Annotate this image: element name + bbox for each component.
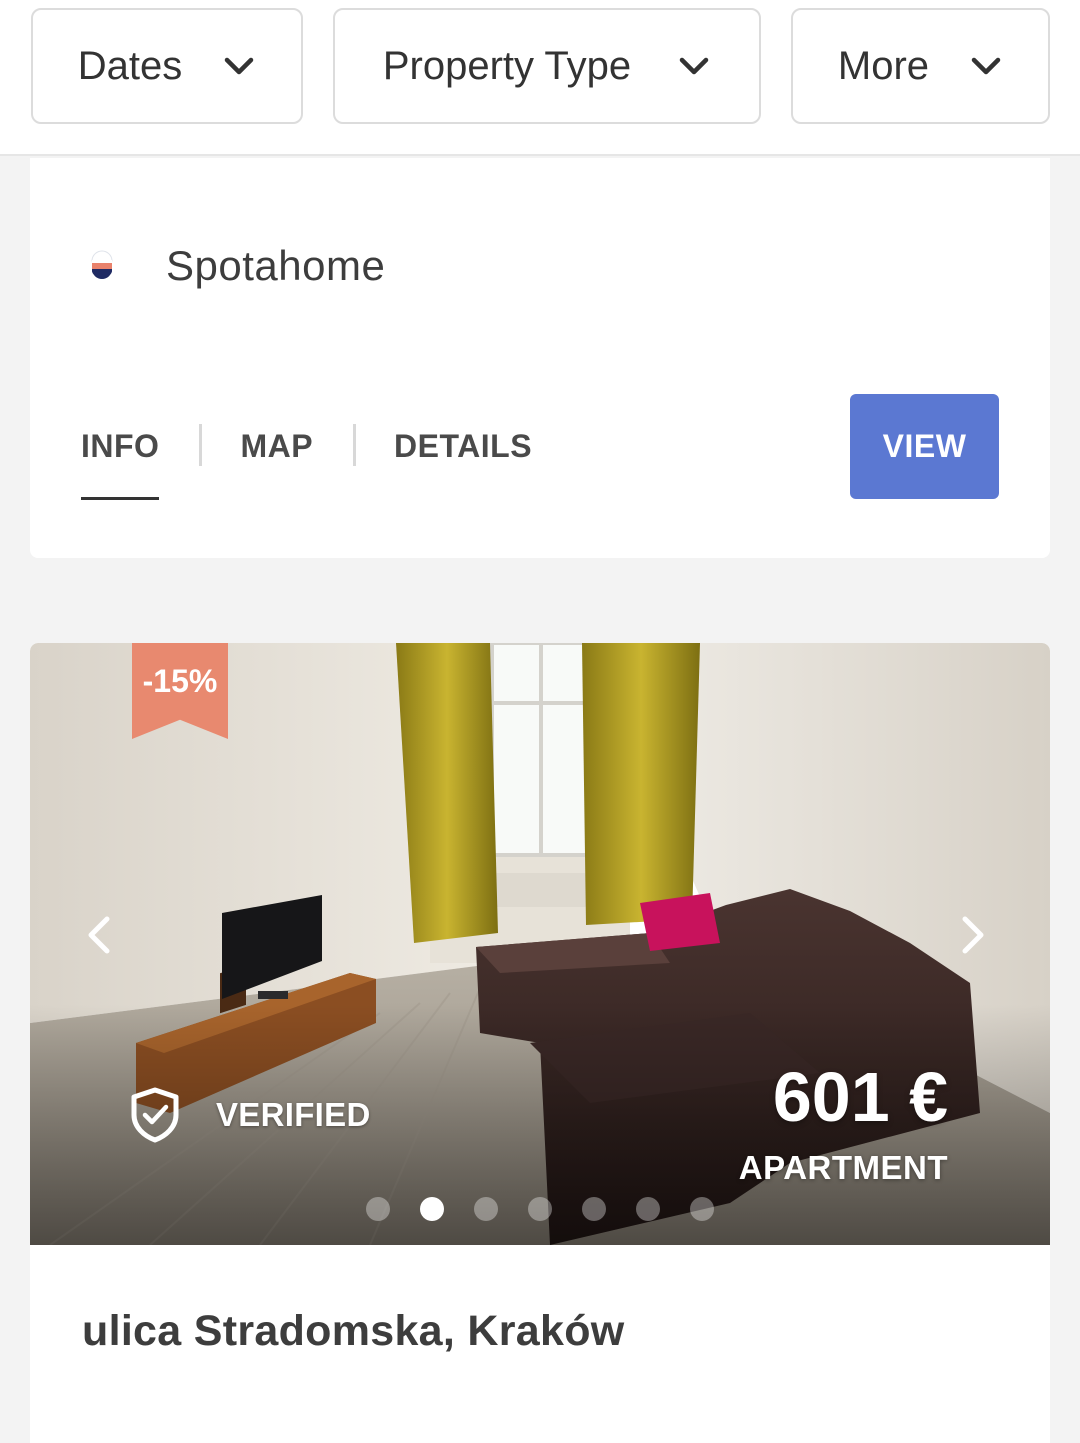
- chevron-down-icon: [969, 49, 1003, 83]
- property-type-filter-button[interactable]: Property Type: [333, 8, 761, 124]
- chevron-down-icon: [222, 49, 256, 83]
- next-photo-button[interactable]: [948, 905, 998, 965]
- verified-label: VERIFIED: [216, 1096, 371, 1133]
- previous-photo-button[interactable]: [74, 905, 124, 965]
- more-filter-button[interactable]: More: [791, 8, 1050, 124]
- pagination-dot[interactable]: [474, 1197, 498, 1221]
- verified-badge: VERIFIED: [130, 1087, 371, 1143]
- listing-price: 601 €: [772, 1058, 948, 1136]
- provider-logo: [90, 249, 114, 283]
- pagination-dot[interactable]: [582, 1197, 606, 1221]
- photo-pagination: [366, 1197, 714, 1221]
- listing-card: -15% VERIFIED 601 € APARTMENT ulica Stra…: [30, 643, 1050, 1443]
- filter-bar: Dates Property Type More: [0, 0, 1080, 156]
- pagination-dot[interactable]: [528, 1197, 552, 1221]
- provider-name: Spotahome: [166, 242, 386, 289]
- chevron-left-icon: [88, 916, 110, 954]
- tab-map[interactable]: MAP: [240, 420, 313, 500]
- tab-divider: [353, 424, 357, 466]
- pagination-dot[interactable]: [636, 1197, 660, 1221]
- listing-property-type: APARTMENT: [738, 1149, 948, 1186]
- chevron-right-icon: [962, 916, 984, 954]
- more-filter-label: More: [837, 43, 930, 88]
- pagination-dot[interactable]: [690, 1197, 714, 1221]
- chevron-down-icon: [677, 49, 711, 83]
- pagination-dot[interactable]: [420, 1197, 444, 1221]
- listing-photo[interactable]: -15% VERIFIED 601 € APARTMENT: [30, 643, 1050, 1245]
- provider: Spotahome: [90, 236, 385, 296]
- property-type-filter-label: Property Type: [382, 43, 632, 88]
- dates-filter-button[interactable]: Dates: [31, 8, 303, 124]
- view-button[interactable]: VIEW: [850, 394, 999, 499]
- tab-divider: [199, 424, 203, 466]
- dates-filter-label: Dates: [77, 43, 183, 88]
- listing-tabs: INFO MAP DETAILS: [81, 420, 532, 500]
- pagination-dot[interactable]: [366, 1197, 390, 1221]
- listing-address: ulica Stradomska, Kraków: [82, 1307, 625, 1355]
- tab-details[interactable]: DETAILS: [394, 420, 532, 500]
- shield-check-icon: [131, 1087, 179, 1143]
- listing-card: Spotahome INFO MAP DETAILS VIEW: [30, 158, 1050, 558]
- tab-info[interactable]: INFO: [81, 420, 160, 500]
